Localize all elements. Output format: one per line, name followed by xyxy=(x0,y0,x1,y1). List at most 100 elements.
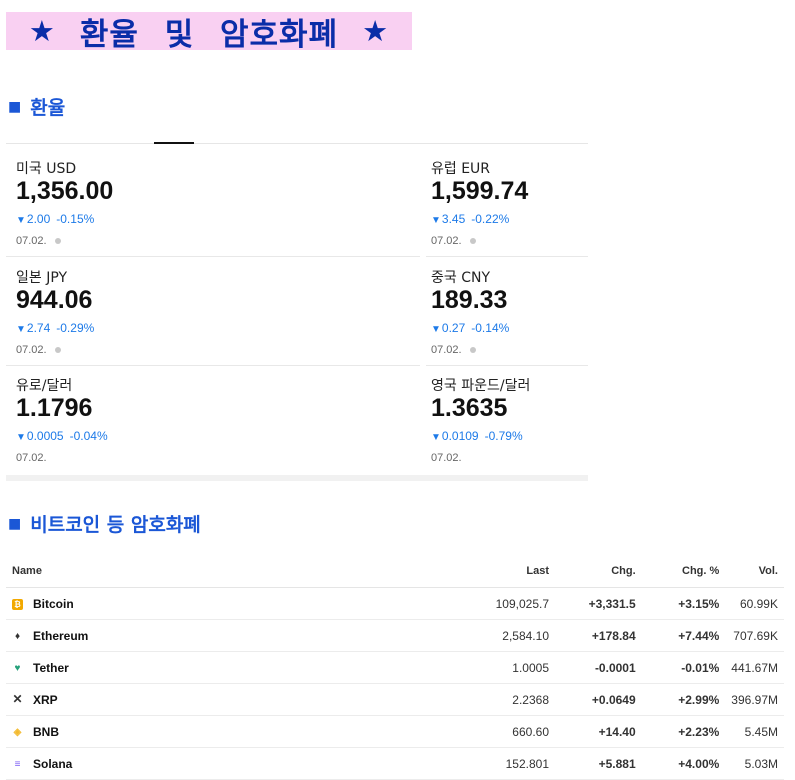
fx-change: ▼0.0005 -0.04% xyxy=(16,429,108,443)
status-dot-icon xyxy=(469,238,476,244)
down-arrow-icon: ▼ xyxy=(431,215,441,226)
change-percent: +2.23% xyxy=(641,715,726,748)
fx-rate-value: 1,356.00 xyxy=(16,177,114,205)
fx-date: 07.02. xyxy=(16,452,47,464)
panel-bottom-bar xyxy=(6,475,588,481)
crypto-section-title: 비트코인 등 암호화폐 xyxy=(30,514,201,536)
fx-date: 07.02. xyxy=(431,452,462,464)
fx-card-eur[interactable]: 유럽 EUR 1,599.74 ▼3.45 -0.22% 07.02. xyxy=(431,158,587,258)
table-row[interactable]: ₿ Bitcoin 109,025.7 +3,331.5 +3.15% 60.99… xyxy=(6,587,784,620)
last-price: 109,025.7 xyxy=(443,587,555,620)
page-banner: ★ 환율 및 암호화폐 ★ xyxy=(6,12,412,53)
fx-date-text: 07.02. xyxy=(16,344,47,356)
down-arrow-icon: ▼ xyxy=(16,324,26,335)
last-price: 152.801 xyxy=(443,747,555,780)
fx-currency-name: 유럽 EUR xyxy=(431,161,491,177)
coin-name-link[interactable]: BNB xyxy=(33,725,59,739)
change-value: +0.0649 xyxy=(555,683,642,716)
square-bullet-icon: ■ xyxy=(8,515,22,532)
fx-card-usd[interactable]: 미국 USD 1,356.00 ▼2.00 -0.15% 07.02. xyxy=(16,158,172,258)
fx-card-eurusd[interactable]: 유로/달러 1.1796 ▼0.0005 -0.04% 07.02. xyxy=(16,375,172,475)
last-price: 660.60 xyxy=(443,715,555,748)
table-row[interactable]: ◈ BNB 660.60 +14.40 +2.23% 5.45M xyxy=(6,715,784,748)
volume: 396.97M xyxy=(725,683,784,716)
fx-change-percent: -0.29% xyxy=(56,321,95,335)
bnb-icon: ◈ xyxy=(13,726,22,738)
row-divider xyxy=(426,365,588,366)
ethereum-icon: ♦ xyxy=(14,630,21,642)
table-header-row: Name Last Chg. Chg. % Vol. xyxy=(6,555,784,588)
volume: 707.69K xyxy=(725,619,784,652)
fx-change-percent: -0.04% xyxy=(69,429,108,443)
fx-currency-name: 미국 USD xyxy=(16,161,77,177)
crypto-table: Name Last Chg. Chg. % Vol. ₿ Bitcoin 109,… xyxy=(6,555,784,780)
active-tab-indicator[interactable] xyxy=(154,142,194,144)
fx-date-text: 07.02. xyxy=(431,344,462,356)
fx-change: ▼3.45 -0.22% xyxy=(431,212,509,226)
fx-card-cny[interactable]: 중국 CNY 189.33 ▼0.27 -0.14% 07.02. xyxy=(431,267,587,367)
row-divider xyxy=(6,256,420,257)
column-header-name[interactable]: Name xyxy=(6,555,444,588)
fx-currency-name: 중국 CNY xyxy=(431,270,491,286)
coin-name-link[interactable]: Solana xyxy=(33,757,72,771)
fx-card-gbpusd[interactable]: 영국 파운드/달러 1.3635 ▼0.0109 -0.79% 07.02. xyxy=(431,375,587,475)
xrp-icon: ✕ xyxy=(12,692,23,707)
column-header-vol[interactable]: Vol. xyxy=(725,555,784,588)
down-arrow-icon: ▼ xyxy=(16,432,26,443)
coin-name-link[interactable]: XRP xyxy=(33,693,58,707)
down-arrow-icon: ▼ xyxy=(431,432,441,443)
volume: 5.45M xyxy=(725,715,784,748)
tether-icon: ♥ xyxy=(14,662,21,674)
change-value: +14.40 xyxy=(555,715,642,748)
last-price: 2,584.10 xyxy=(443,619,555,652)
fx-change: ▼0.27 -0.14% xyxy=(431,321,509,335)
volume: 60.99K xyxy=(725,587,784,620)
fx-currency-name: 영국 파운드/달러 xyxy=(431,378,531,394)
fx-section-title: 환율 xyxy=(30,97,66,119)
fx-change-percent: -0.22% xyxy=(471,212,510,226)
down-arrow-icon: ▼ xyxy=(16,215,26,226)
fx-date: 07.02. xyxy=(16,235,61,247)
table-row[interactable]: ♥ Tether 1.0005 -0.0001 -0.01% 441.67M xyxy=(6,651,784,684)
fx-change-amount: 3.45 xyxy=(441,212,466,226)
fx-change: ▼0.0109 -0.79% xyxy=(431,429,523,443)
fx-date: 07.02. xyxy=(431,235,476,247)
fx-rate-value: 1,599.74 xyxy=(431,177,529,205)
last-price: 1.0005 xyxy=(443,651,555,684)
fx-card-jpy[interactable]: 일본 JPY 944.06 ▼2.74 -0.29% 07.02. xyxy=(16,267,172,367)
solana-icon: ≡ xyxy=(14,758,21,770)
column-header-chg[interactable]: Chg. xyxy=(555,555,642,588)
fx-change-amount: 0.0005 xyxy=(26,429,64,443)
table-row[interactable]: ✕ XRP 2.2368 +0.0649 +2.99% 396.97M xyxy=(6,683,784,716)
coin-name-link[interactable]: Tether xyxy=(33,661,69,675)
change-percent: +3.15% xyxy=(641,587,726,620)
coin-name-link[interactable]: Bitcoin xyxy=(33,597,74,611)
row-divider xyxy=(6,365,420,366)
column-header-chg-pct[interactable]: Chg. % xyxy=(641,555,726,588)
fx-date-text: 07.02. xyxy=(16,452,47,464)
change-percent: +4.00% xyxy=(641,747,726,780)
fx-date-text: 07.02. xyxy=(431,452,462,464)
change-percent: -0.01% xyxy=(641,651,726,684)
down-arrow-icon: ▼ xyxy=(431,324,441,335)
column-header-last[interactable]: Last xyxy=(443,555,555,588)
coin-name-link[interactable]: Ethereum xyxy=(33,629,88,643)
bitcoin-icon: ₿ xyxy=(12,598,23,610)
fx-change-percent: -0.14% xyxy=(471,321,510,335)
table-row[interactable]: ≡ Solana 152.801 +5.881 +4.00% 5.03M xyxy=(6,747,784,780)
square-bullet-icon: ■ xyxy=(8,98,22,115)
fx-date-text: 07.02. xyxy=(16,235,47,247)
status-dot-icon xyxy=(54,347,61,353)
star-icon: ★ xyxy=(28,14,56,48)
fx-change-amount: 0.27 xyxy=(441,321,466,335)
star-icon: ★ xyxy=(362,14,390,48)
table-row[interactable]: ♦ Ethereum 2,584.10 +178.84 +7.44% 707.69… xyxy=(6,619,784,652)
fx-rate-value: 189.33 xyxy=(431,286,508,314)
last-price: 2.2368 xyxy=(443,683,555,716)
fx-change-amount: 2.00 xyxy=(26,212,51,226)
fx-date: 07.02. xyxy=(16,344,61,356)
fx-change: ▼2.74 -0.29% xyxy=(16,321,94,335)
fx-change-amount: 2.74 xyxy=(26,321,51,335)
change-percent: +7.44% xyxy=(641,619,726,652)
row-divider xyxy=(426,256,588,257)
